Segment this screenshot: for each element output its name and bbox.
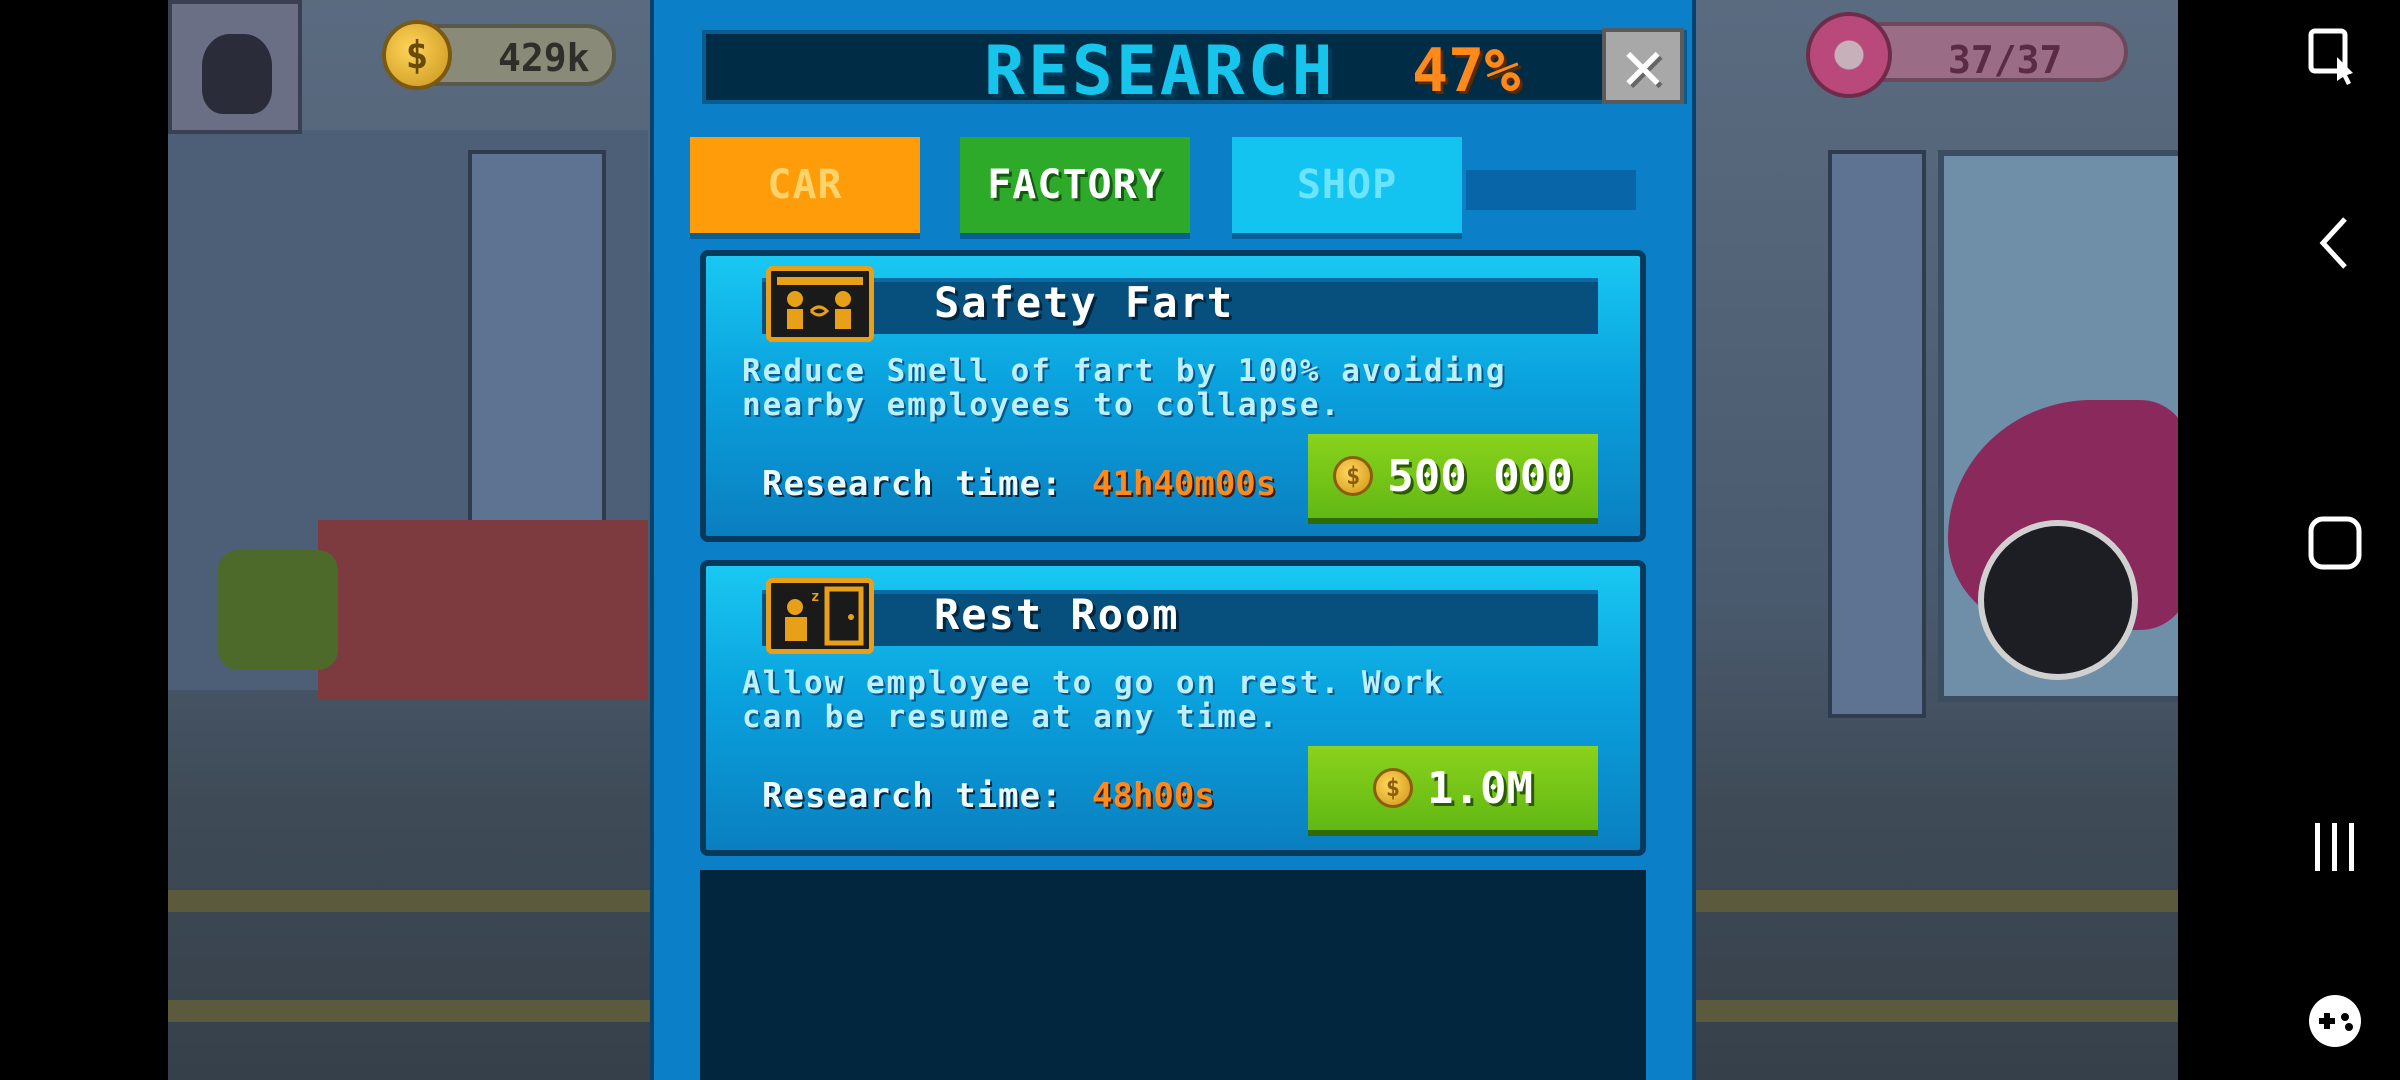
dollar-coin-icon: $ <box>382 20 452 90</box>
price-label: 500 000 <box>1387 450 1573 502</box>
screenshot-tool-icon[interactable] <box>2300 22 2370 92</box>
research-time-value: 48h00s <box>1092 776 1215 816</box>
card-desc-line1: Reduce Smell of fart by 100% avoiding <box>742 353 1507 389</box>
card-title: Safety Fart <box>934 278 1235 327</box>
research-list-empty-area <box>700 870 1646 1080</box>
card-desc-line2: can be resume at any time. <box>742 699 1280 735</box>
screenshot-tool-icon-graphic <box>2308 28 2353 85</box>
player-avatar[interactable] <box>168 0 302 134</box>
rest-room-icon-graphic: z <box>785 586 864 646</box>
fart-icon <box>766 266 874 342</box>
building-red-band <box>318 520 648 700</box>
coin-icon: $ <box>1333 456 1374 496</box>
tab-factory[interactable]: FACTORY <box>960 137 1190 233</box>
rest-room-icon: z <box>766 578 874 654</box>
card-title: Rest Room <box>934 590 1180 639</box>
research-time-label: Research time: <box>762 464 1063 504</box>
back-icon[interactable] <box>2300 208 2370 278</box>
recents-icon[interactable] <box>2300 812 2370 882</box>
svg-text:z: z <box>811 589 819 605</box>
car-wheel <box>1978 520 2138 680</box>
donut-icon <box>1806 12 1892 98</box>
card-desc-line2: nearby employees to collapse. <box>742 387 1342 423</box>
tab-car[interactable]: CAR <box>690 137 920 233</box>
money-amount: 429k <box>498 36 590 80</box>
building-pillar <box>468 150 606 558</box>
price-label: 1.0M <box>1427 762 1533 814</box>
back-icon-graphic <box>2319 217 2347 269</box>
research-time-value: 41h40m00s <box>1092 464 1277 504</box>
research-title: RESEARCH <box>984 32 1336 111</box>
avatar-figure <box>202 34 272 114</box>
home-icon[interactable] <box>2300 508 2370 578</box>
buy-research-button[interactable]: $ 1.0M <box>1308 746 1598 836</box>
card-header <box>762 590 1598 646</box>
home-icon-graphic <box>2308 516 2362 570</box>
building-pillar-right <box>1828 150 1926 718</box>
card-desc-line1: Allow employee to go on rest. Work <box>742 665 1445 701</box>
recents-icon-graphic <box>2315 823 2354 871</box>
tab-shop[interactable]: SHOP <box>1232 137 1462 233</box>
fart-icon-graphic <box>777 277 863 329</box>
donut-count: 37/37 <box>1948 38 2063 82</box>
research-time-label: Research time: <box>762 776 1063 816</box>
close-icon[interactable]: ✕ <box>1602 28 1684 104</box>
coin-icon: $ <box>1373 768 1414 808</box>
card-description: Reduce Smell of fart by 100% avoiding ne… <box>742 354 1622 422</box>
game-tools-icon-graphic <box>2309 995 2361 1047</box>
buy-research-button[interactable]: $ 500 000 <box>1308 434 1598 524</box>
game-tools-icon[interactable] <box>2300 986 2370 1056</box>
research-percent: 47% <box>1412 36 1521 106</box>
tab-strip-decor <box>1466 170 1636 210</box>
card-description: Allow employee to go on rest. Work can b… <box>742 666 1622 734</box>
bush <box>218 550 338 670</box>
